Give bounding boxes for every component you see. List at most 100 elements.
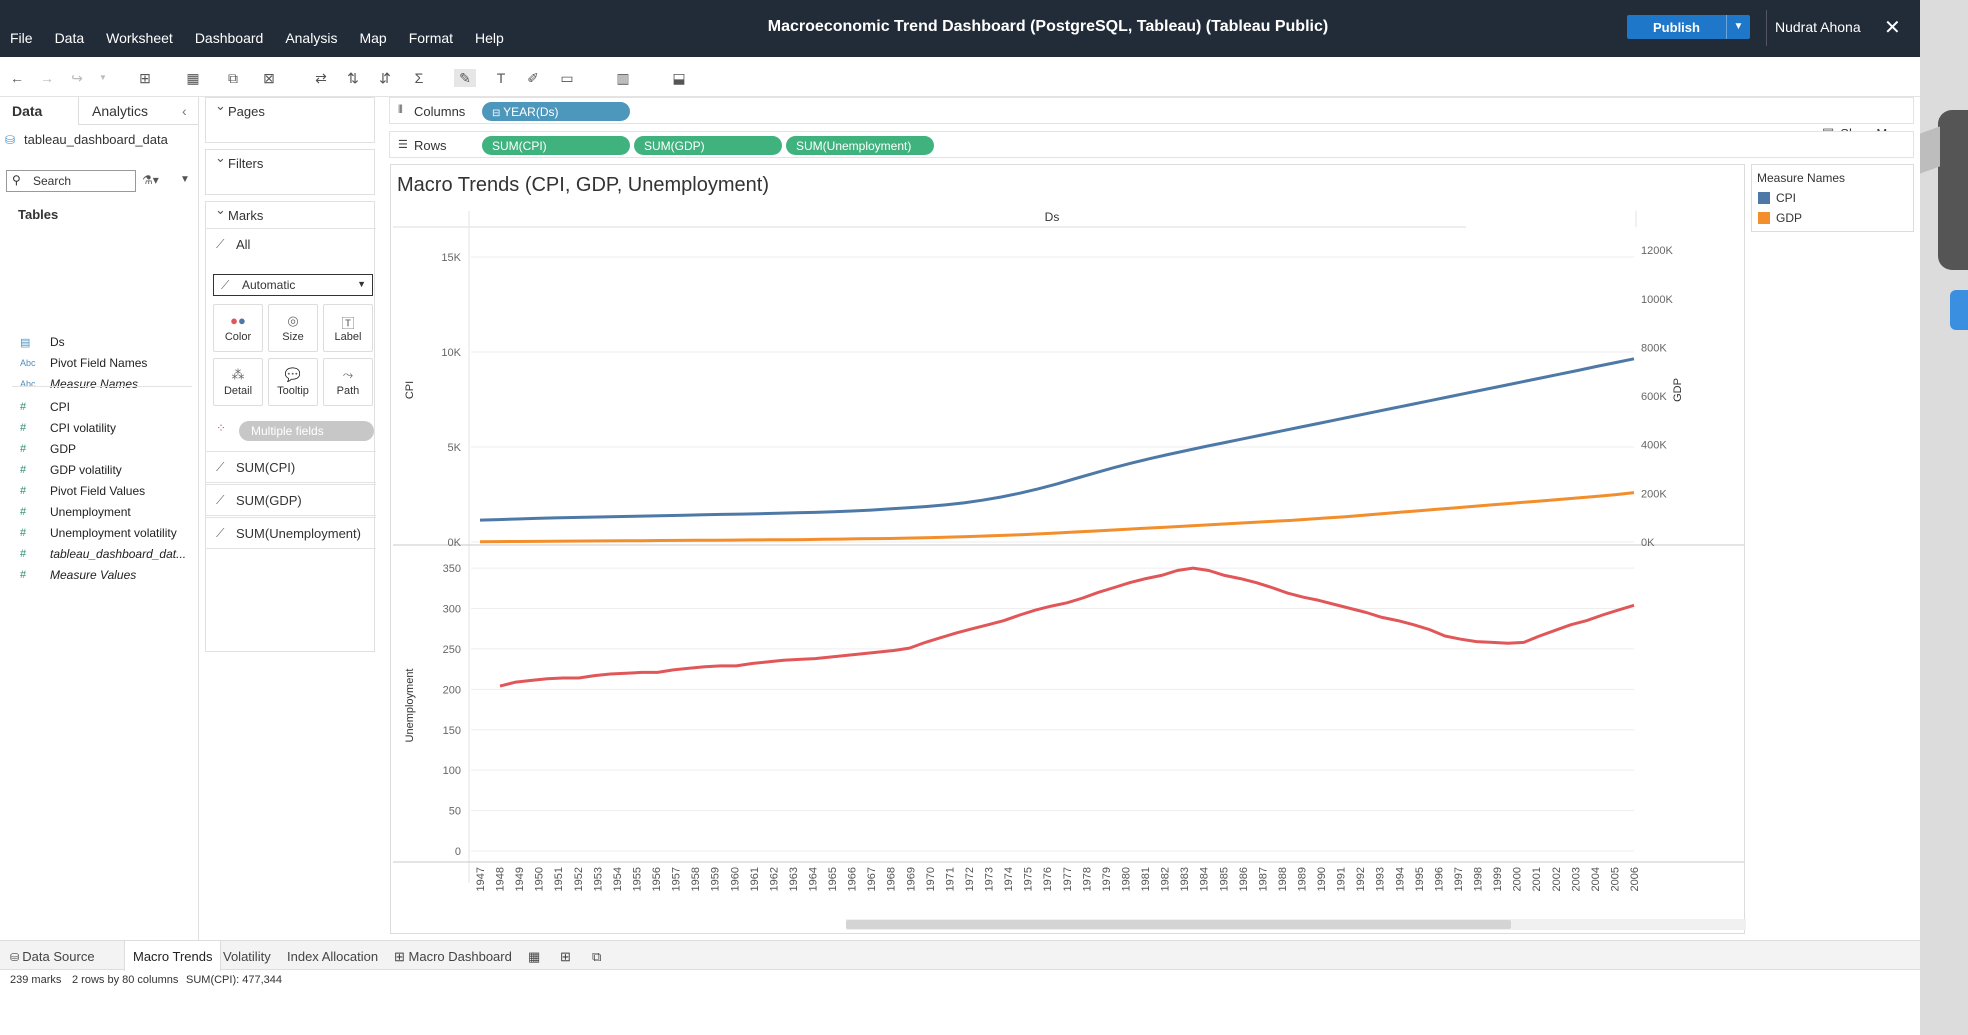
annotate-icon[interactable]: ✐: [522, 69, 544, 87]
tooltip-icon: 💬: [284, 367, 302, 382]
marks-tab-unemployment[interactable]: ⟋ SUM(Unemployment): [206, 517, 376, 549]
multiple-fields-pill[interactable]: Multiple fields: [239, 421, 374, 441]
presentation-mode-icon[interactable]: ⬓: [668, 69, 690, 87]
publish-dropdown-icon[interactable]: ▼: [1726, 15, 1750, 39]
new-datasource-icon[interactable]: ⊞: [134, 69, 156, 87]
string-field-icon: Abc: [20, 358, 36, 368]
color-button[interactable]: ●● Color: [213, 304, 263, 352]
x-tick-label: 1982: [1160, 867, 1172, 891]
horizontal-scrollbar[interactable]: [846, 919, 1746, 930]
tooltip-button[interactable]: 💬 Tooltip: [268, 358, 318, 406]
pane-menu-icon[interactable]: ▼: [180, 174, 190, 185]
x-tick-label: 1962: [768, 867, 780, 891]
new-worksheet-tab-icon[interactable]: ▦: [528, 949, 540, 965]
close-icon[interactable]: ✕: [1884, 15, 1901, 40]
field-item[interactable]: Abc Pivot Field Names: [20, 353, 147, 373]
color-icon: ●●: [230, 313, 246, 328]
macro-trends-chart[interactable]: Macro Trends (CPI, GDP, Unemployment) Ds 1…: [391, 165, 1744, 933]
user-name[interactable]: Nudrat Ahona: [1775, 19, 1861, 35]
marks-tab-cpi[interactable]: ⟋ SUM(CPI): [206, 451, 376, 483]
label-button[interactable]: 🅃 Label: [323, 304, 373, 352]
filters-card[interactable]: Filters: [205, 149, 375, 195]
folder-icon[interactable]: [1950, 290, 1968, 330]
mark-type-select[interactable]: ⟋ Automatic ▼: [213, 274, 373, 296]
redo-icon[interactable]: →: [36, 69, 58, 87]
tab-macro-trends[interactable]: Macro Trends: [124, 941, 222, 971]
path-label: Path: [336, 385, 360, 397]
detail-button[interactable]: ⁂ Detail: [213, 358, 263, 406]
field-item[interactable]: # Unemployment: [20, 502, 131, 522]
label-marks-icon[interactable]: T: [490, 69, 512, 87]
x-tick-label: 1999: [1492, 867, 1504, 891]
chevron-down-icon: ▼: [357, 279, 366, 289]
rows-pill-unemployment[interactable]: SUM(Unemployment): [786, 136, 934, 155]
show-cards-icon[interactable]: ▥: [612, 69, 634, 87]
y-tick-label: 300: [443, 604, 461, 616]
field-item[interactable]: # Pivot Field Values: [20, 481, 145, 501]
columns-pill-year-ds[interactable]: ⊟ YEAR(Ds): [482, 102, 630, 121]
undo-icon[interactable]: ←: [6, 69, 28, 87]
x-tick-label: 1976: [1042, 867, 1054, 891]
x-tick-label: 1948: [495, 867, 507, 891]
marks-tab-unemployment-label: SUM(Unemployment): [236, 526, 361, 541]
duplicate-sheet-icon[interactable]: ⧉: [222, 69, 244, 87]
sort-ascending-icon[interactable]: ⇅: [342, 69, 364, 87]
field-item[interactable]: # tableau_dashboard_dat...: [20, 544, 186, 564]
pages-card[interactable]: Pages: [205, 97, 375, 143]
collapse-pane-icon[interactable]: ‹: [182, 103, 187, 119]
field-item[interactable]: # GDP volatility: [20, 460, 122, 480]
search-input[interactable]: Search: [6, 170, 136, 192]
field-item[interactable]: # CPI: [20, 397, 70, 417]
detail-icon: ⁂: [231, 367, 245, 382]
rows-pill-cpi[interactable]: SUM(CPI): [482, 136, 630, 155]
field-item[interactable]: # Measure Values: [20, 565, 136, 585]
filter-fields-icon[interactable]: ⚗▾: [142, 173, 159, 187]
tab-macro-dashboard[interactable]: ⊞ Macro Dashboard: [394, 949, 512, 965]
new-story-tab-icon[interactable]: ⧉: [592, 949, 601, 965]
path-button[interactable]: ⤳ Path: [323, 358, 373, 406]
tab-data-source[interactable]: ⛁ Data Source: [10, 949, 95, 964]
rows-shelf[interactable]: ☰ Rows SUM(CPI) SUM(GDP) SUM(Unemploymen…: [389, 131, 1914, 158]
fit-icon[interactable]: ▭: [556, 69, 578, 87]
x-tick-label: 1959: [710, 867, 722, 891]
clear-sheet-icon[interactable]: ⊠: [258, 69, 280, 87]
columns-shelf[interactable]: ⦀ Columns ⊟ YEAR(Ds): [389, 97, 1914, 124]
legend-item-cpi[interactable]: CPI: [1758, 191, 1796, 205]
sort-descending-icon[interactable]: ⇵: [374, 69, 396, 87]
legend-item-gdp[interactable]: GDP: [1758, 211, 1802, 225]
color-legend: Measure Names CPI GDP: [1751, 164, 1914, 232]
size-button[interactable]: ◎ Size: [268, 304, 318, 352]
tab-data[interactable]: Data: [12, 103, 42, 119]
new-dashboard-tab-icon[interactable]: ⊞: [560, 949, 571, 965]
tab-index-allocation[interactable]: Index Allocation: [287, 949, 378, 964]
datasource-name[interactable]: tableau_dashboard_data: [24, 132, 168, 147]
y-tick-label: 200: [443, 684, 461, 696]
x-tick-label: 1963: [788, 867, 800, 891]
new-worksheet-icon[interactable]: ▦: [182, 69, 204, 87]
publish-button[interactable]: Publish ▼: [1627, 15, 1750, 39]
series-line-unemployment: [499, 566, 1635, 688]
rows-pill-gdp[interactable]: SUM(GDP): [634, 136, 782, 155]
legend-label-gdp: GDP: [1776, 211, 1803, 225]
marks-all-tab[interactable]: ⟋ All: [206, 228, 376, 260]
status-marks: 239 marks: [10, 974, 62, 986]
scrollbar-thumb[interactable]: [846, 920, 1511, 929]
field-item[interactable]: # GDP: [20, 439, 76, 459]
field-item[interactable]: # Unemployment volatility: [20, 523, 177, 543]
columns-icon: ⦀: [398, 104, 403, 116]
field-item[interactable]: ▤ Ds: [20, 332, 65, 352]
search-icon: ⚲: [12, 173, 21, 187]
field-item[interactable]: # CPI volatility: [20, 418, 116, 438]
tab-analytics[interactable]: Analytics: [92, 103, 148, 119]
replay-icon[interactable]: ↪: [66, 69, 88, 87]
replay-dropdown-icon[interactable]: ▼: [92, 69, 114, 87]
tab-volatility[interactable]: Volatility: [223, 949, 271, 964]
marks-tab-gdp[interactable]: ⟋ SUM(GDP): [206, 484, 376, 516]
totals-icon[interactable]: Σ: [408, 69, 430, 87]
field-item[interactable]: Abc Measure Names: [20, 374, 138, 394]
highlight-icon[interactable]: ✎: [454, 69, 476, 87]
toolbar: ← → ↪ ▼ ⊞ ▦ ⧉ ⊠ ⇄ ⇅ ⇵ Σ ✎ T ✐ ▭ ▥ ⬓ ▤ Sh…: [0, 57, 1920, 141]
swap-rows-columns-icon[interactable]: ⇄: [310, 69, 332, 87]
x-tick-label: 1950: [534, 867, 546, 891]
legend-label-cpi: CPI: [1776, 191, 1797, 205]
